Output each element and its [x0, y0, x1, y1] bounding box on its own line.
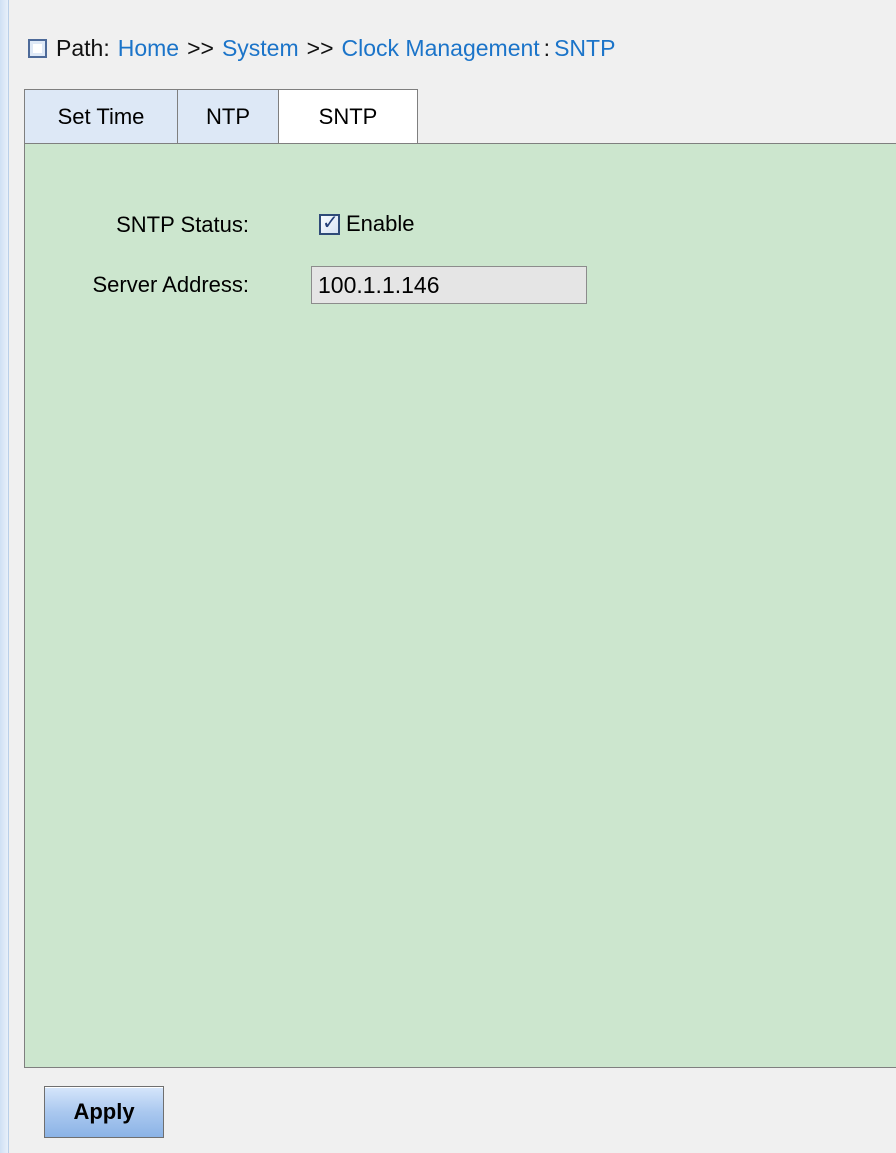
breadcrumb-colon: : — [543, 34, 551, 61]
path-label: Path: — [56, 34, 110, 61]
enable-label: Enable — [346, 211, 415, 236]
breadcrumb-system-link[interactable]: System — [222, 35, 299, 62]
breadcrumb-separator: >> — [187, 34, 214, 61]
sntp-status-label: SNTP Status: — [116, 212, 249, 237]
clock-management-tabs: Set Time NTP SNTP — [24, 89, 418, 145]
sntp-enable-checkbox[interactable]: ✓ Enable — [319, 208, 415, 240]
server-address-input[interactable] — [311, 266, 587, 304]
server-address-label: Server Address: — [92, 272, 249, 297]
breadcrumb-clock-management-link[interactable]: Clock Management — [342, 35, 540, 62]
apply-button[interactable]: Apply — [44, 1086, 164, 1138]
tab-set-time[interactable]: Set Time — [24, 89, 178, 143]
checkbox-box[interactable]: ✓ — [319, 211, 340, 235]
checkmark-icon: ✓ — [322, 211, 339, 234]
breadcrumb-separator: >> — [306, 34, 334, 61]
breadcrumb-sntp-link[interactable]: SNTP — [554, 35, 615, 62]
tab-ntp[interactable]: NTP — [177, 89, 279, 143]
tab-sntp[interactable]: SNTP — [278, 89, 418, 144]
page: { "breadcrumb": { "icon": "square-icon",… — [0, 0, 896, 1153]
sntp-settings-panel: SNTP Status: ✓ Enable Server Address: — [24, 143, 896, 1068]
breadcrumb: Path: Home >> System >> Clock Management… — [28, 28, 615, 68]
left-navigation-border — [0, 0, 9, 1153]
breadcrumb-home-link[interactable]: Home — [118, 35, 179, 62]
square-icon — [28, 38, 47, 58]
